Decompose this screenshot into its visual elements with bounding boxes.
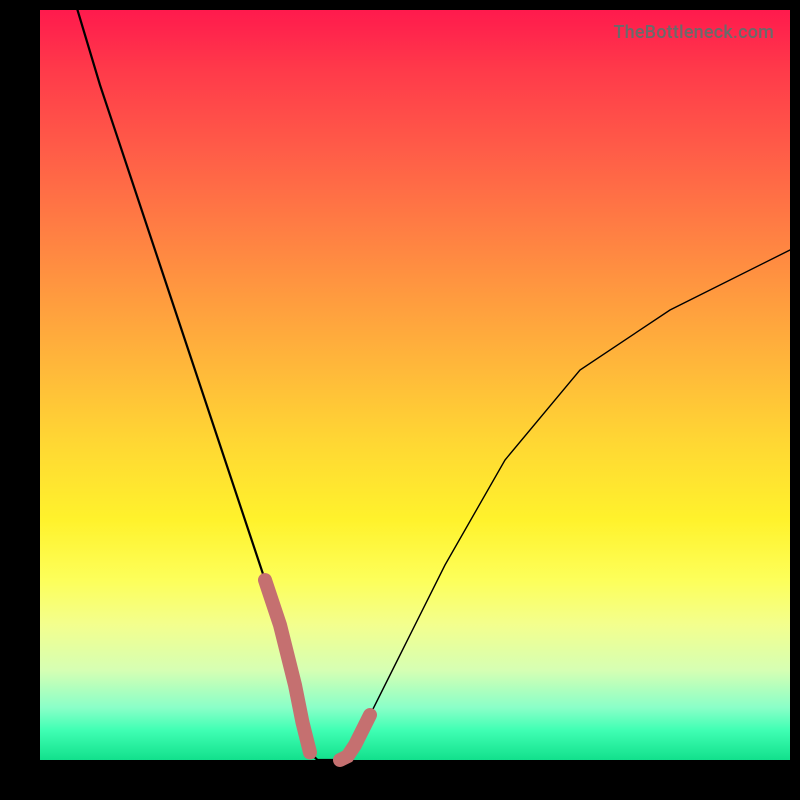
highlight-left [265, 580, 310, 753]
curve-svg [40, 10, 790, 760]
bottleneck-curve-right [318, 250, 791, 760]
bottleneck-curve [78, 10, 341, 760]
highlight-right [340, 715, 370, 760]
chart-frame: TheBottleneck.com [0, 0, 800, 800]
plot-area: TheBottleneck.com [40, 10, 790, 760]
